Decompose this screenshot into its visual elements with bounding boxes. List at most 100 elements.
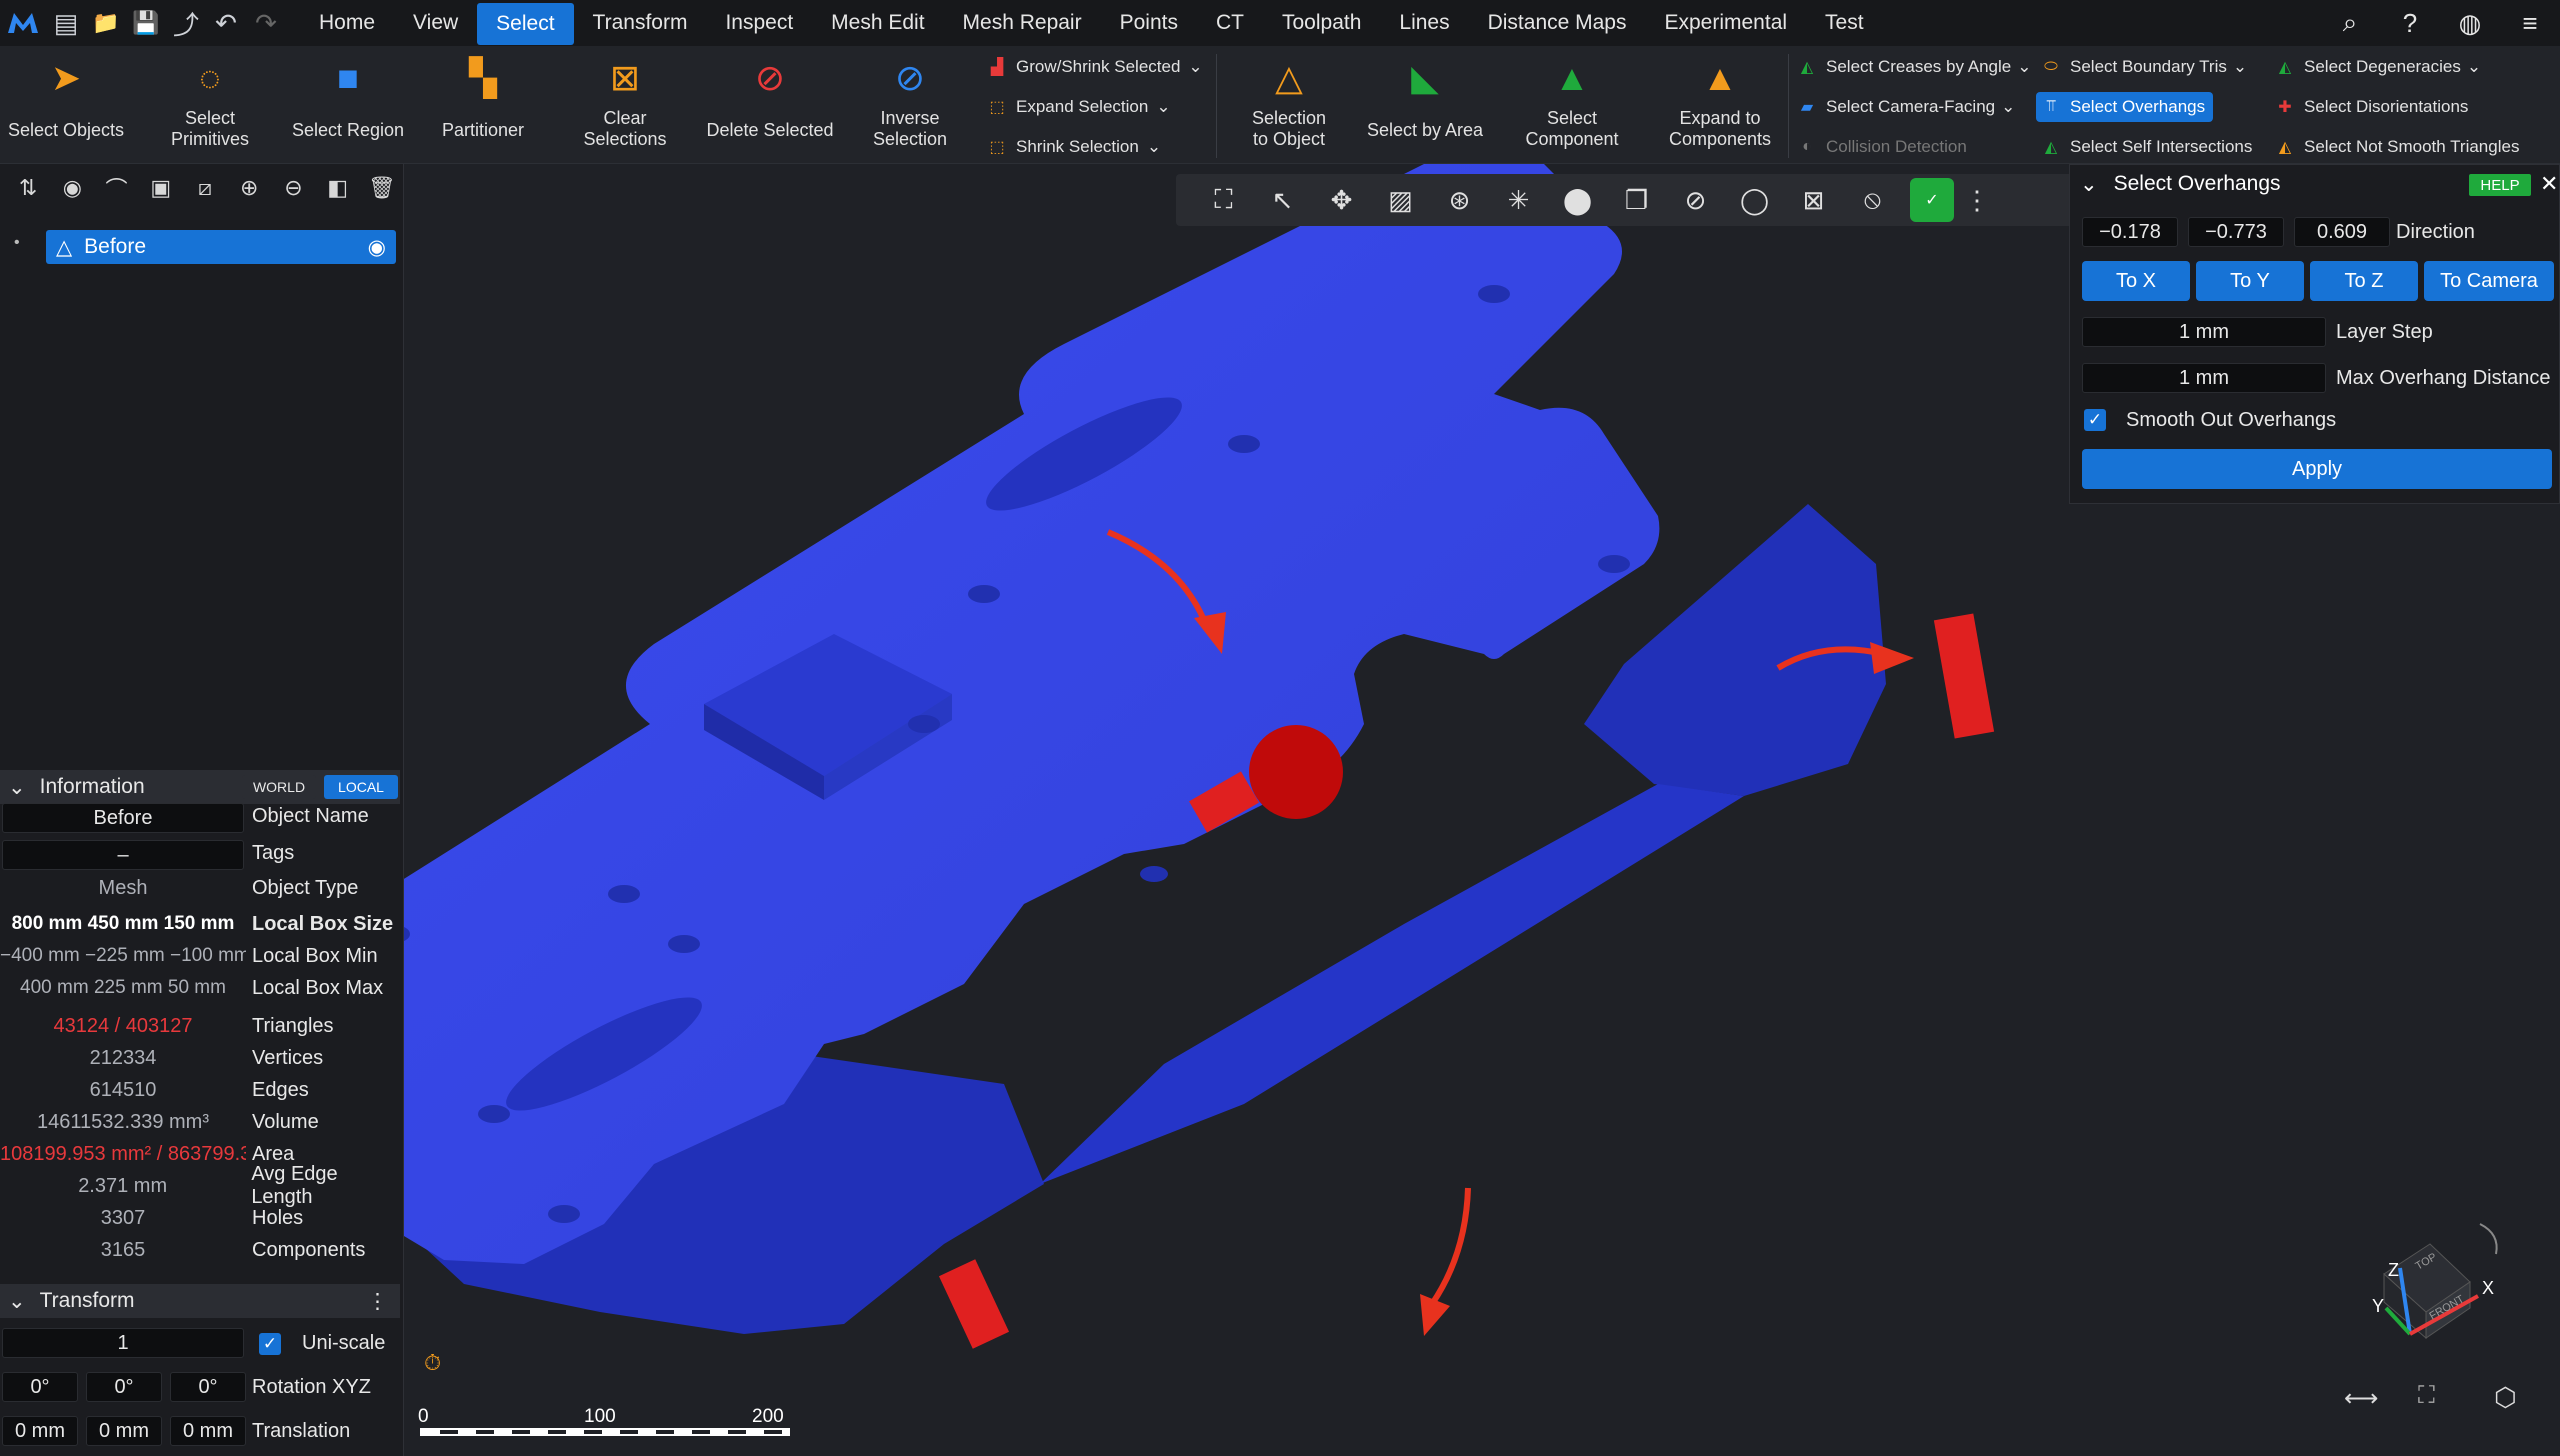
search-icon[interactable]: ⌕: [2320, 7, 2380, 39]
select-all-icon[interactable]: ▣: [139, 175, 183, 201]
timer-icon[interactable]: ⏱: [424, 1350, 441, 1376]
menu-toolpath[interactable]: Toolpath: [1263, 0, 1380, 46]
gizmo-icon[interactable]: ✳: [1489, 185, 1548, 216]
box-select-icon[interactable]: ⊠: [1784, 185, 1843, 216]
split-icon[interactable]: ◧: [316, 175, 360, 201]
cube-view-icon[interactable]: ⬡: [2494, 1382, 2517, 1413]
help-badge[interactable]: HELP: [2469, 174, 2531, 196]
globe-icon[interactable]: ◍: [2440, 8, 2500, 39]
more-options-icon[interactable]: ⋮: [1962, 185, 1992, 216]
collision-detection-button[interactable]: ◐ Collision Detection: [1794, 128, 1967, 166]
close-icon[interactable]: ✕: [2540, 171, 2558, 197]
translation-x-field[interactable]: 0 mm: [2, 1416, 78, 1446]
menu-view[interactable]: View: [394, 0, 477, 46]
menu-select[interactable]: Select: [477, 3, 574, 45]
menu-mesh-edit[interactable]: Mesh Edit: [812, 0, 943, 46]
direction-y-field[interactable]: −0.773: [2188, 217, 2284, 247]
layer-step-field[interactable]: 1 mm: [2082, 317, 2326, 347]
select-overhangs-button[interactable]: ⫪ Select Overhangs: [2036, 92, 2214, 122]
direction-x-field[interactable]: −0.178: [2082, 217, 2178, 247]
mercedes-icon[interactable]: ⊛: [1430, 185, 1489, 216]
menu-inspect[interactable]: Inspect: [706, 0, 812, 46]
menu-icon[interactable]: ≡: [2500, 8, 2560, 39]
menu-transform[interactable]: Transform: [574, 0, 707, 46]
world-toggle[interactable]: WORLD: [242, 775, 316, 799]
hidden-eye-icon[interactable]: ⌒: [94, 172, 138, 204]
sort-icon[interactable]: ⇅: [6, 175, 50, 201]
translation-z-field[interactable]: 0 mm: [170, 1416, 246, 1446]
new-file-icon[interactable]: ▤: [46, 0, 86, 46]
select-boundary-tris-button[interactable]: ⬭ Select Boundary Tris ⌄: [2038, 48, 2247, 86]
undo-icon[interactable]: ↶: [206, 0, 246, 46]
translation-y-field[interactable]: 0 mm: [86, 1416, 162, 1446]
smooth-out-checkbox[interactable]: ✓: [2084, 409, 2106, 431]
select-objects-button[interactable]: ➤ Select Objects: [4, 46, 128, 164]
move-down-icon[interactable]: ⊖: [271, 175, 315, 201]
move-icon[interactable]: ✥: [1312, 185, 1371, 216]
fit-view-icon[interactable]: ⛶: [1194, 184, 1253, 216]
lasso-select-icon[interactable]: ◯: [1725, 185, 1784, 216]
rotation-x-field[interactable]: 0°: [2, 1372, 78, 1402]
paint-select-icon[interactable]: ▨: [1371, 185, 1430, 216]
scale-field[interactable]: 1: [2, 1328, 244, 1358]
select-region-button[interactable]: ■ Select Region: [288, 46, 408, 164]
copy-icon[interactable]: ❐: [1607, 185, 1666, 216]
direction-z-field[interactable]: 0.609: [2294, 217, 2390, 247]
menu-distance-maps[interactable]: Distance Maps: [1469, 0, 1646, 46]
menu-mesh-repair[interactable]: Mesh Repair: [944, 0, 1101, 46]
to-x-button[interactable]: To X: [2082, 261, 2190, 301]
select-camera-facing-button[interactable]: ▰ Select Camera-Facing ⌄: [1794, 88, 2016, 126]
shapes-icon[interactable]: ⬤: [1548, 185, 1607, 216]
max-overhang-distance-field[interactable]: 1 mm: [2082, 363, 2326, 393]
inverse-selection-button[interactable]: ⊘ Inverse Selection: [860, 46, 960, 164]
eye-icon[interactable]: ◉: [50, 175, 94, 201]
to-z-button[interactable]: To Z: [2310, 261, 2418, 301]
partitioner-button[interactable]: ▚ Partitioner: [428, 46, 538, 164]
export-icon[interactable]: ⤴: [166, 0, 206, 46]
save-icon[interactable]: 💾: [126, 0, 166, 46]
grow-shrink-selected-button[interactable]: ▟ Grow/Shrink Selected ⌄: [984, 48, 1203, 86]
select-creases-button[interactable]: ◭ Select Creases by Angle ⌄: [1794, 48, 2032, 86]
redo-icon[interactable]: ↷: [246, 0, 286, 46]
rotation-y-field[interactable]: 0°: [86, 1372, 162, 1402]
menu-ct[interactable]: CT: [1197, 0, 1263, 46]
open-folder-icon[interactable]: 📁: [86, 0, 126, 46]
menu-lines[interactable]: Lines: [1380, 0, 1468, 46]
selection-to-object-button[interactable]: △ Selection to Object: [1230, 46, 1348, 164]
select-degeneracies-button[interactable]: ◭ Select Degeneracies ⌄: [2272, 48, 2481, 86]
transform-header[interactable]: ⌄ Transform ⋮: [0, 1284, 400, 1318]
to-y-button[interactable]: To Y: [2196, 261, 2304, 301]
rotation-z-field[interactable]: 0°: [170, 1372, 246, 1402]
uni-scale-checkbox[interactable]: ✓: [259, 1333, 281, 1355]
menu-test[interactable]: Test: [1806, 0, 1883, 46]
clear-selections-button[interactable]: ⊠ Clear Selections: [570, 46, 680, 164]
delete-selected-button[interactable]: ⊘ Delete Selected: [704, 46, 836, 164]
scene-tree-item[interactable]: △ Before ◉: [46, 230, 396, 264]
local-toggle[interactable]: LOCAL: [324, 775, 398, 799]
visibility-eye-icon[interactable]: ◉: [368, 235, 386, 260]
select-component-button[interactable]: ▲ Select Component: [1512, 46, 1632, 164]
fit-all-icon[interactable]: ⛶: [2418, 1382, 2435, 1410]
view-cube-gizmo[interactable]: Z Y X TOP FRONT: [2340, 1204, 2510, 1354]
no-select-icon[interactable]: ⦸: [1843, 184, 1902, 216]
pointer-icon[interactable]: ↖: [1253, 185, 1312, 216]
to-camera-button[interactable]: To Camera: [2424, 261, 2554, 301]
help-icon[interactable]: ?: [2380, 8, 2440, 39]
hide-icon[interactable]: ⊘: [1666, 185, 1725, 216]
select-by-area-button[interactable]: ◣ Select by Area: [1360, 46, 1490, 164]
apply-button[interactable]: Apply: [2082, 449, 2552, 489]
expand-to-components-button[interactable]: ▲ Expand to Components: [1660, 46, 1780, 164]
menu-points[interactable]: Points: [1101, 0, 1197, 46]
menu-experimental[interactable]: Experimental: [1645, 0, 1806, 46]
shrink-selection-button[interactable]: ⬚ Shrink Selection ⌄: [984, 128, 1161, 166]
more-options-icon[interactable]: ⋮: [367, 1289, 388, 1314]
select-primitives-button[interactable]: ◌ Select Primitives: [150, 46, 270, 164]
deselect-icon[interactable]: ⧄: [183, 175, 227, 201]
select-disorientations-button[interactable]: ✚ Select Disorientations: [2272, 88, 2468, 126]
menu-home[interactable]: Home: [300, 0, 394, 46]
expand-selection-button[interactable]: ⬚ Expand Selection ⌄: [984, 88, 1170, 126]
trash-icon[interactable]: 🗑: [360, 175, 404, 201]
select-not-smooth-button[interactable]: ◭ Select Not Smooth Triangles: [2272, 128, 2520, 166]
move-up-icon[interactable]: ⊕: [227, 175, 271, 201]
confirm-icon[interactable]: ✓: [1910, 178, 1954, 222]
